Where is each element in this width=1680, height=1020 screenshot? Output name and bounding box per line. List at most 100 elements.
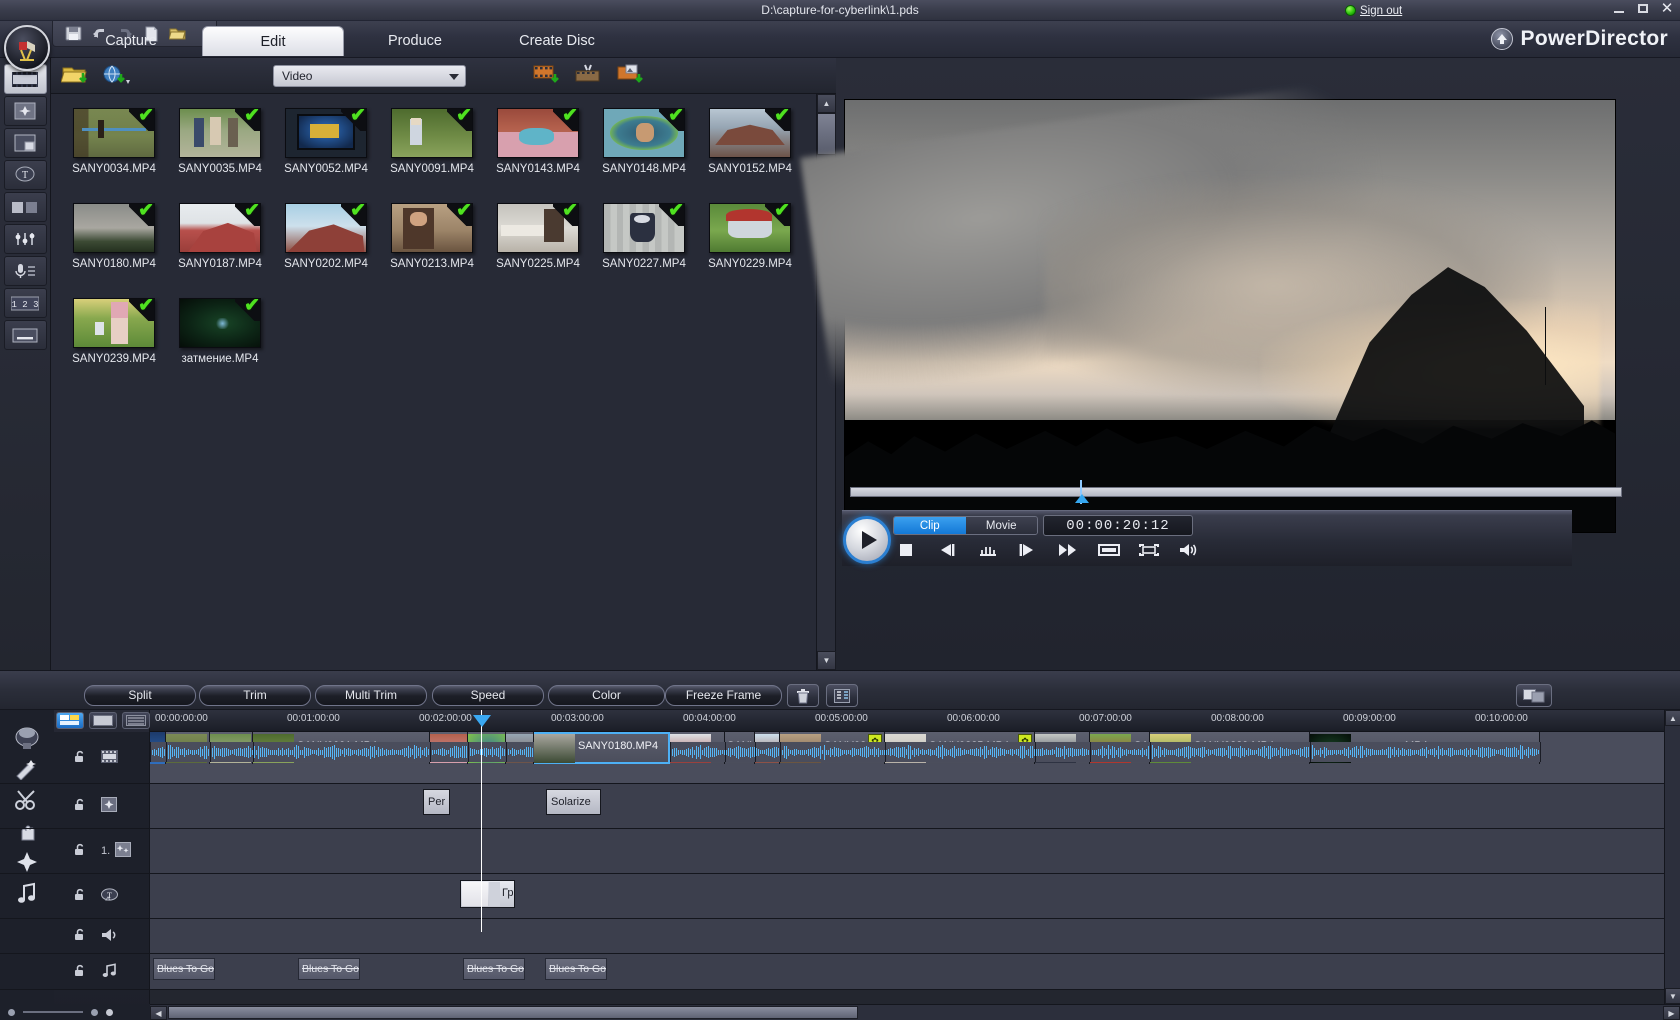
preview-position-handle[interactable] — [1075, 494, 1089, 503]
media-item[interactable]: SANY0034.MP4 — [61, 108, 167, 175]
close-icon[interactable]: ✕ — [1660, 1, 1674, 17]
audio-waveform-strip[interactable] — [150, 742, 1680, 762]
detect-scenes-icon[interactable] — [575, 63, 601, 87]
freeze-frame-button[interactable]: Freeze Frame — [665, 685, 782, 706]
zoom-slider-track[interactable] — [23, 1011, 83, 1013]
multi-trim-button[interactable]: Multi Trim — [315, 685, 427, 706]
timeline-ruler[interactable]: 00:00:00:00 00:01:00:00 00:02:00:00 00:0… — [150, 710, 1680, 732]
media-item[interactable]: затмение.MP4 — [167, 298, 273, 365]
media-item[interactable]: SANY0187.MP4 — [167, 203, 273, 270]
signout-area[interactable]: Sign out — [1345, 2, 1402, 19]
music-clip[interactable]: Blues To Go — [545, 958, 607, 980]
next-frame-button[interactable] — [1018, 542, 1040, 560]
title-track-body[interactable]: Гр — [150, 874, 1680, 918]
scroll-left-icon[interactable]: ◀ — [150, 1006, 167, 1020]
signout-link[interactable]: Sign out — [1360, 5, 1402, 17]
split-button[interactable]: Split — [84, 685, 196, 706]
media-item[interactable]: SANY0143.MP4 — [485, 108, 591, 175]
scroll-up-icon[interactable]: ▲ — [817, 94, 836, 113]
trim-button[interactable]: Trim — [199, 685, 311, 706]
preview-video-display[interactable] — [800, 78, 1616, 533]
sidebar-item-pip-object-room[interactable] — [3, 128, 47, 158]
scroll-up-icon[interactable]: ▲ — [1665, 710, 1680, 726]
play-icon[interactable] — [843, 516, 891, 564]
media-item[interactable]: SANY0225.MP4 — [485, 203, 591, 270]
scrollbar-thumb[interactable] — [817, 113, 836, 155]
trash-icon[interactable] — [787, 684, 819, 707]
effect-clip[interactable]: Solarize — [546, 789, 601, 815]
media-item[interactable]: SANY0035.MP4 — [167, 108, 273, 175]
download-globe-icon[interactable] — [101, 63, 131, 89]
movie-mode-button[interactable]: Movie — [965, 517, 1037, 534]
media-item[interactable]: SANY0213.MP4 — [379, 203, 485, 270]
media-item[interactable]: SANY0152.MP4 — [697, 108, 803, 175]
pip-track-body[interactable] — [150, 829, 1680, 873]
sidebar-item-subtitle-room[interactable] — [3, 320, 47, 350]
stop-button[interactable] — [898, 542, 920, 560]
speed-button[interactable]: Speed — [432, 685, 544, 706]
clip-movie-toggle[interactable]: Clip Movie — [893, 516, 1038, 535]
unlock-icon[interactable] — [72, 797, 87, 815]
media-item[interactable]: SANY0202.MP4 — [273, 203, 379, 270]
step-marker-button[interactable] — [978, 542, 1000, 560]
capture-filmstrip-icon[interactable] — [533, 63, 559, 87]
track-manager-icon[interactable] — [122, 712, 150, 729]
hscrollbar-thumb[interactable] — [168, 1006, 858, 1019]
timeline-clip-selected[interactable]: SANY0180.MP4 — [534, 732, 670, 764]
media-item[interactable]: SANY0227.MP4 — [591, 203, 697, 270]
sidebar-item-voice-over-room[interactable] — [3, 256, 47, 286]
tab-edit[interactable]: Edit — [202, 26, 344, 56]
media-item[interactable]: SANY0148.MP4 — [591, 108, 697, 175]
storyboard-view-icon[interactable] — [89, 712, 117, 729]
timecode-display[interactable]: 00:00:20:12 — [1043, 515, 1193, 536]
color-button[interactable]: Color — [548, 685, 665, 706]
unlock-icon[interactable] — [72, 887, 87, 905]
unlock-icon[interactable] — [72, 927, 87, 945]
timeline-storyboard-toggle-icon[interactable] — [1516, 684, 1552, 707]
music-track-body[interactable]: Blues To Go Blues To Go Blues To Go Blue… — [150, 954, 1680, 989]
media-item[interactable]: SANY0091.MP4 — [379, 108, 485, 175]
tab-create-disc[interactable]: Create Disc — [486, 26, 628, 56]
playhead-handle[interactable] — [473, 715, 491, 727]
scroll-right-icon[interactable]: ▶ — [1663, 1006, 1680, 1020]
sidebar-item-transition-room[interactable] — [3, 192, 47, 222]
zoom-fit-icon[interactable] — [106, 1008, 113, 1016]
clip-mode-button[interactable]: Clip — [894, 517, 966, 534]
powerdirector-app-logo-icon[interactable] — [4, 25, 50, 71]
zoom-out-icon[interactable] — [8, 1008, 15, 1016]
preview-scrub-track[interactable] — [850, 487, 1622, 497]
keyframe-list-icon[interactable] — [826, 684, 858, 707]
media-item[interactable]: SANY0180.MP4 — [61, 203, 167, 270]
fullscreen-button[interactable] — [1138, 542, 1160, 560]
import-folder-icon[interactable] — [60, 63, 91, 89]
music-clip[interactable]: Blues To Go — [298, 958, 360, 980]
unlock-icon[interactable] — [72, 842, 87, 860]
fast-forward-button[interactable] — [1058, 542, 1080, 560]
minimize-icon[interactable] — [1612, 1, 1626, 17]
tab-capture[interactable]: Capture — [60, 26, 202, 56]
tab-produce[interactable]: Produce — [344, 26, 486, 56]
effect-clip[interactable]: Per — [423, 789, 450, 815]
music-clip[interactable]: Blues To Go — [463, 958, 525, 980]
scroll-down-icon[interactable]: ▼ — [817, 651, 836, 670]
timeline-vertical-scrollbar[interactable]: ▲ ▼ — [1664, 710, 1680, 1004]
media-filter-select[interactable]: Video — [273, 65, 466, 87]
music-clip[interactable]: Blues To Go — [153, 958, 215, 980]
zoom-in-icon[interactable] — [91, 1008, 98, 1016]
sidebar-item-effect-room[interactable] — [3, 96, 47, 126]
previous-frame-button[interactable] — [938, 542, 960, 560]
effect-track-body[interactable]: Per Solarize — [150, 784, 1680, 828]
timeline-horizontal-scrollbar[interactable]: ◀ ▶ — [150, 1004, 1680, 1020]
title-clip[interactable]: Гр — [460, 880, 515, 908]
maximize-icon[interactable] — [1636, 1, 1650, 17]
scroll-down-icon[interactable]: ▼ — [1665, 988, 1680, 1004]
sidebar-item-chapter-room[interactable]: 1 2 3 — [3, 288, 47, 318]
media-item[interactable]: SANY0239.MP4 — [61, 298, 167, 365]
media-item[interactable]: SANY0229.MP4 — [697, 203, 803, 270]
sidebar-item-title-room[interactable]: T — [3, 160, 47, 190]
snapshot-button[interactable] — [1098, 542, 1120, 560]
sidebar-item-audio-mixing-room[interactable] — [3, 224, 47, 254]
unlock-icon[interactable] — [72, 963, 87, 981]
timeline-view-icon[interactable] — [56, 712, 84, 729]
unlock-icon[interactable] — [72, 749, 87, 767]
